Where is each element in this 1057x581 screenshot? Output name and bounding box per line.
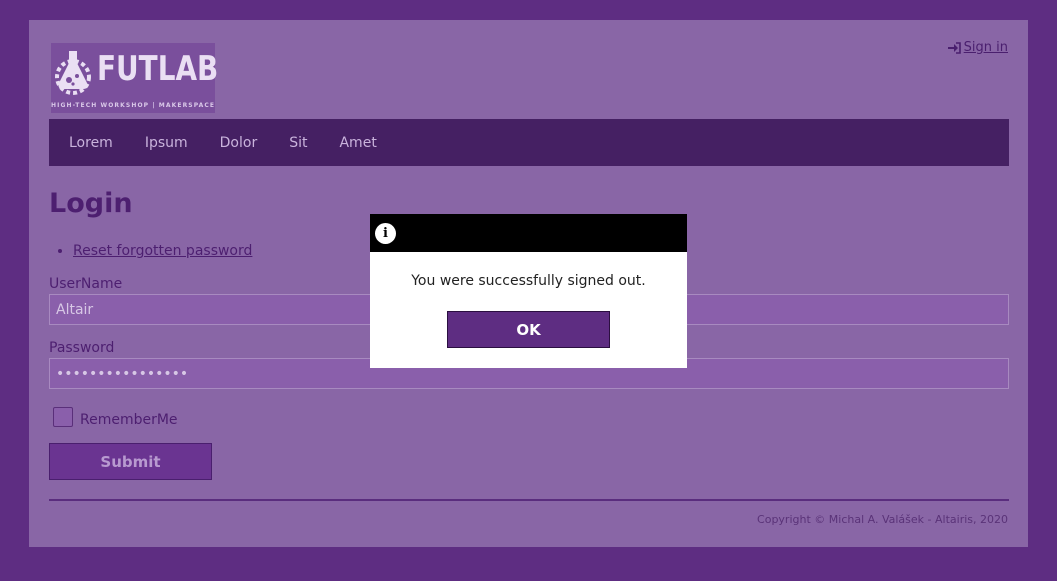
- list-item: Reset forgotten password: [73, 243, 252, 259]
- futlab-logo[interactable]: FUTLAB HIGH-TECH WORKSHOP | MAKERSPACE: [51, 43, 219, 113]
- username-label: UserName: [49, 276, 123, 292]
- dialog-header: i: [370, 214, 687, 252]
- logo-tagline: HIGH-TECH WORKSHOP | MAKERSPACE: [51, 102, 216, 109]
- footer-divider: [49, 499, 1009, 501]
- nav-item-sit[interactable]: Sit: [289, 135, 307, 151]
- signin-link-group[interactable]: Sign in: [947, 40, 1008, 55]
- signin-link[interactable]: Sign in: [964, 40, 1008, 55]
- info-icon: i: [375, 223, 396, 244]
- password-label: Password: [49, 340, 115, 356]
- dialog-message: You were successfully signed out.: [411, 273, 646, 289]
- sign-in-icon: [947, 41, 961, 54]
- logo-text: FUTLAB: [97, 49, 219, 89]
- login-links: Reset forgotten password: [73, 243, 252, 259]
- remember-me-group: RememberMe: [53, 406, 178, 428]
- reset-password-link[interactable]: Reset forgotten password: [73, 243, 252, 259]
- nav-item-ipsum[interactable]: Ipsum: [145, 135, 188, 151]
- remember-me-checkbox[interactable]: [53, 407, 73, 427]
- ok-button[interactable]: OK: [447, 311, 610, 348]
- page-title: Login: [49, 188, 133, 219]
- nav-item-dolor[interactable]: Dolor: [220, 135, 258, 151]
- nav-item-amet[interactable]: Amet: [339, 135, 376, 151]
- flask-gear-icon: [55, 51, 91, 95]
- main-nav: Lorem Ipsum Dolor Sit Amet: [49, 119, 1009, 166]
- signout-dialog: i You were successfully signed out. OK: [370, 214, 687, 368]
- copyright-text: Copyright © Michal A. Valášek - Altairis…: [757, 513, 1008, 526]
- remember-me-label: RememberMe: [80, 412, 178, 428]
- nav-item-lorem[interactable]: Lorem: [69, 135, 113, 151]
- submit-button[interactable]: Submit: [49, 443, 212, 480]
